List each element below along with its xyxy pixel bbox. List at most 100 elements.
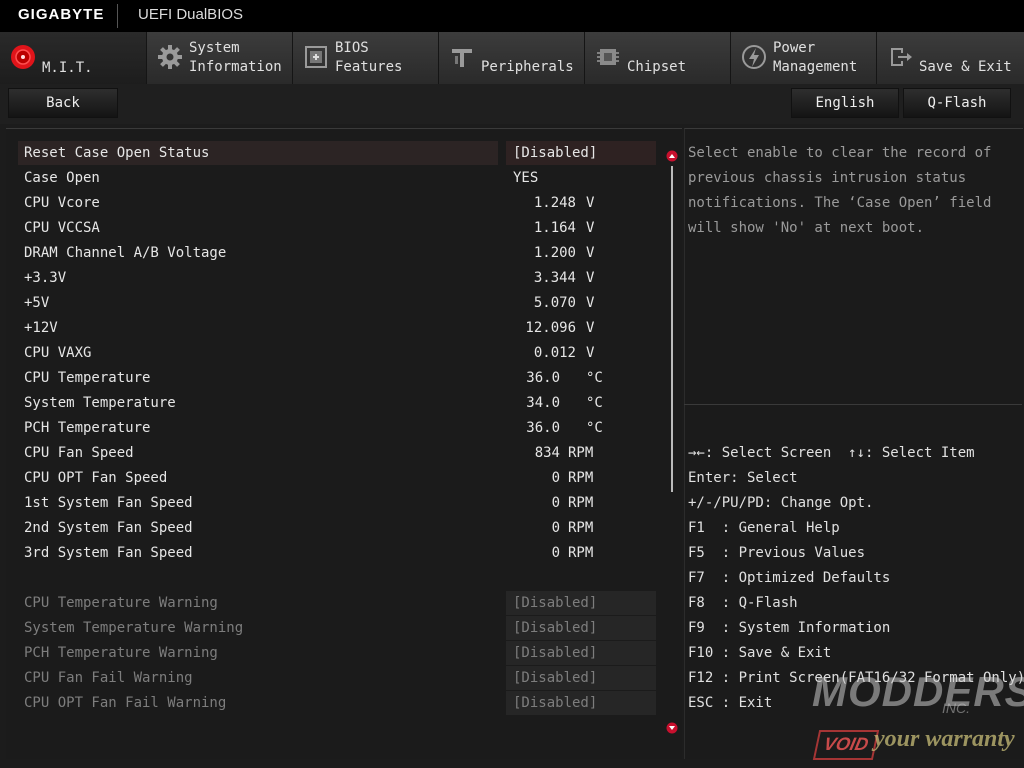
tab-chipset[interactable]: Chipset bbox=[585, 32, 731, 84]
setting-label: PCH Temperature Warning bbox=[24, 645, 218, 661]
monitor-unit: V bbox=[586, 245, 595, 261]
key-help-line: Enter: Select bbox=[688, 470, 798, 486]
monitor-label: +5V bbox=[24, 295, 50, 311]
tab-label: M.I.T. bbox=[42, 60, 93, 76]
tab-label-line1: BIOS bbox=[335, 40, 369, 56]
watermark-inc: INC. bbox=[942, 700, 970, 716]
monitor-label: CPU VCCSA bbox=[24, 220, 100, 236]
setting-value[interactable]: [Disabled] bbox=[513, 641, 597, 665]
setting-pch-temperature-warning[interactable]: PCH Temperature Warning [Disabled] bbox=[18, 641, 656, 665]
main-tabs: M.I.T. System Information BIOS Features … bbox=[0, 32, 1024, 84]
monitor-label: System Temperature bbox=[24, 395, 176, 411]
setting-value: YES bbox=[513, 170, 539, 186]
monitor-value: 1.200 bbox=[533, 245, 576, 261]
monitor-unit: RPM bbox=[568, 470, 594, 486]
monitor-value: 0 bbox=[551, 495, 560, 511]
monitor-label: PCH Temperature bbox=[24, 420, 151, 436]
setting-cpu-fan-fail-warning[interactable]: CPU Fan Fail Warning [Disabled] bbox=[18, 666, 656, 690]
setting-system-temperature-warning[interactable]: System Temperature Warning [Disabled] bbox=[18, 616, 656, 640]
setting-value[interactable]: [Disabled] bbox=[513, 591, 597, 615]
setting-label: CPU OPT Fan Fail Warning bbox=[24, 695, 227, 711]
monitor-unit: RPM bbox=[568, 445, 594, 461]
tab-bios-features[interactable]: BIOS Features bbox=[293, 32, 439, 84]
setting-label: CPU Temperature Warning bbox=[24, 595, 218, 611]
setting-value[interactable]: [Disabled] bbox=[513, 691, 597, 715]
watermark-void-badge: VOID bbox=[812, 730, 880, 760]
gear-icon bbox=[158, 45, 182, 69]
key-help-line: F7 : Optimized Defaults bbox=[688, 570, 891, 586]
tab-power-management[interactable]: Power Management bbox=[731, 32, 877, 84]
monitor-row: +5V 5.070 V bbox=[18, 291, 638, 315]
tab-label-line1: System bbox=[189, 40, 240, 56]
key-help-line: +/-/PU/PD: Change Opt. bbox=[688, 495, 874, 511]
key-help-line: →←: Select Screen ↑↓: Select Item bbox=[688, 445, 975, 461]
setting-cpu-opt-fan-fail-warning[interactable]: CPU OPT Fan Fail Warning [Disabled] bbox=[18, 691, 656, 715]
help-line: previous chassis intrusion status bbox=[688, 170, 967, 186]
monitor-row: System Temperature 34.0 °C bbox=[18, 391, 638, 415]
monitor-label: DRAM Channel A/B Voltage bbox=[24, 245, 227, 261]
key-help-line: F5 : Previous Values bbox=[688, 545, 866, 561]
monitor-label: 3rd System Fan Speed bbox=[24, 545, 193, 561]
exit-icon bbox=[891, 48, 912, 66]
language-button[interactable]: English bbox=[791, 88, 899, 118]
setting-cpu-temperature-warning[interactable]: CPU Temperature Warning [Disabled] bbox=[18, 591, 656, 615]
monitor-row: CPU VAXG 0.012 V bbox=[18, 341, 638, 365]
monitor-value: 5.070 bbox=[533, 295, 576, 311]
bios-features-icon bbox=[305, 46, 327, 68]
setting-reset-case-open-status[interactable]: Reset Case Open Status [Disabled] bbox=[18, 141, 656, 165]
tab-label-line2: Features bbox=[335, 59, 403, 75]
monitor-value: 34.0 bbox=[526, 395, 560, 411]
monitor-value: 834 bbox=[534, 445, 560, 461]
monitor-unit: V bbox=[586, 270, 595, 286]
monitor-label: CPU OPT Fan Speed bbox=[24, 470, 168, 486]
watermark-tagline: your warranty bbox=[874, 726, 1015, 752]
monitor-label: CPU Vcore bbox=[24, 195, 100, 211]
monitor-row: PCH Temperature 36.0 °C bbox=[18, 416, 638, 440]
tab-peripherals[interactable]: Peripherals bbox=[439, 32, 585, 84]
power-icon bbox=[742, 45, 766, 69]
tab-mit[interactable]: M.I.T. bbox=[0, 32, 147, 84]
chipset-icon bbox=[597, 49, 619, 65]
setting-value[interactable]: [Disabled] bbox=[513, 141, 597, 165]
watermark-title: MODDERS bbox=[812, 668, 1024, 715]
product-title: UEFI DualBIOS bbox=[138, 6, 244, 23]
monitor-unit: V bbox=[586, 345, 595, 361]
setting-label: Reset Case Open Status bbox=[24, 145, 210, 161]
scrollbar-thumb[interactable] bbox=[671, 166, 673, 492]
tab-label: Save & Exit bbox=[919, 59, 1012, 75]
key-help-line: F1 : General Help bbox=[688, 520, 840, 536]
tab-label-line2: Information bbox=[189, 59, 282, 75]
back-button[interactable]: Back bbox=[8, 88, 118, 118]
setting-case-open: Case Open YES bbox=[18, 166, 638, 190]
monitor-value: 36.0 bbox=[526, 370, 560, 386]
tab-label-line1: Power bbox=[773, 40, 816, 56]
qflash-button[interactable]: Q-Flash bbox=[903, 88, 1011, 118]
monitor-label: +12V bbox=[24, 320, 58, 336]
tab-save-exit[interactable]: Save & Exit bbox=[877, 32, 1024, 84]
modders-inc-watermark: MODDERS INC. VOID your warranty bbox=[812, 668, 1024, 760]
help-line: notifications. The ‘Case Open’ field bbox=[688, 195, 992, 211]
key-help-line: F9 : System Information bbox=[688, 620, 891, 636]
setting-value[interactable]: [Disabled] bbox=[513, 616, 597, 640]
tab-system-information[interactable]: System Information bbox=[147, 32, 293, 84]
monitor-row: CPU Temperature 36.0 °C bbox=[18, 366, 638, 390]
monitor-unit: °C bbox=[586, 395, 603, 411]
monitor-unit: V bbox=[586, 220, 595, 236]
mit-icon bbox=[11, 45, 35, 69]
monitor-row: +3.3V 3.344 V bbox=[18, 266, 638, 290]
key-help-line: F10 : Save & Exit bbox=[688, 645, 832, 661]
setting-label: System Temperature Warning bbox=[24, 620, 244, 636]
brand-logo: GIGABYTE bbox=[18, 6, 105, 23]
monitor-label: +3.3V bbox=[24, 270, 67, 286]
setting-label: CPU Fan Fail Warning bbox=[24, 670, 193, 686]
scroll-down-arrow-icon[interactable] bbox=[666, 722, 678, 734]
setting-label: Case Open bbox=[24, 170, 100, 186]
monitor-row: 2nd System Fan Speed 0 RPM bbox=[18, 516, 638, 540]
scroll-up-arrow-icon[interactable] bbox=[666, 150, 678, 162]
monitor-label: 1st System Fan Speed bbox=[24, 495, 193, 511]
monitor-label: CPU Temperature bbox=[24, 370, 151, 386]
monitor-label: 2nd System Fan Speed bbox=[24, 520, 193, 536]
monitor-label: CPU VAXG bbox=[24, 345, 92, 361]
setting-value[interactable]: [Disabled] bbox=[513, 666, 597, 690]
help-line: will show 'No' at next boot. bbox=[688, 220, 925, 236]
